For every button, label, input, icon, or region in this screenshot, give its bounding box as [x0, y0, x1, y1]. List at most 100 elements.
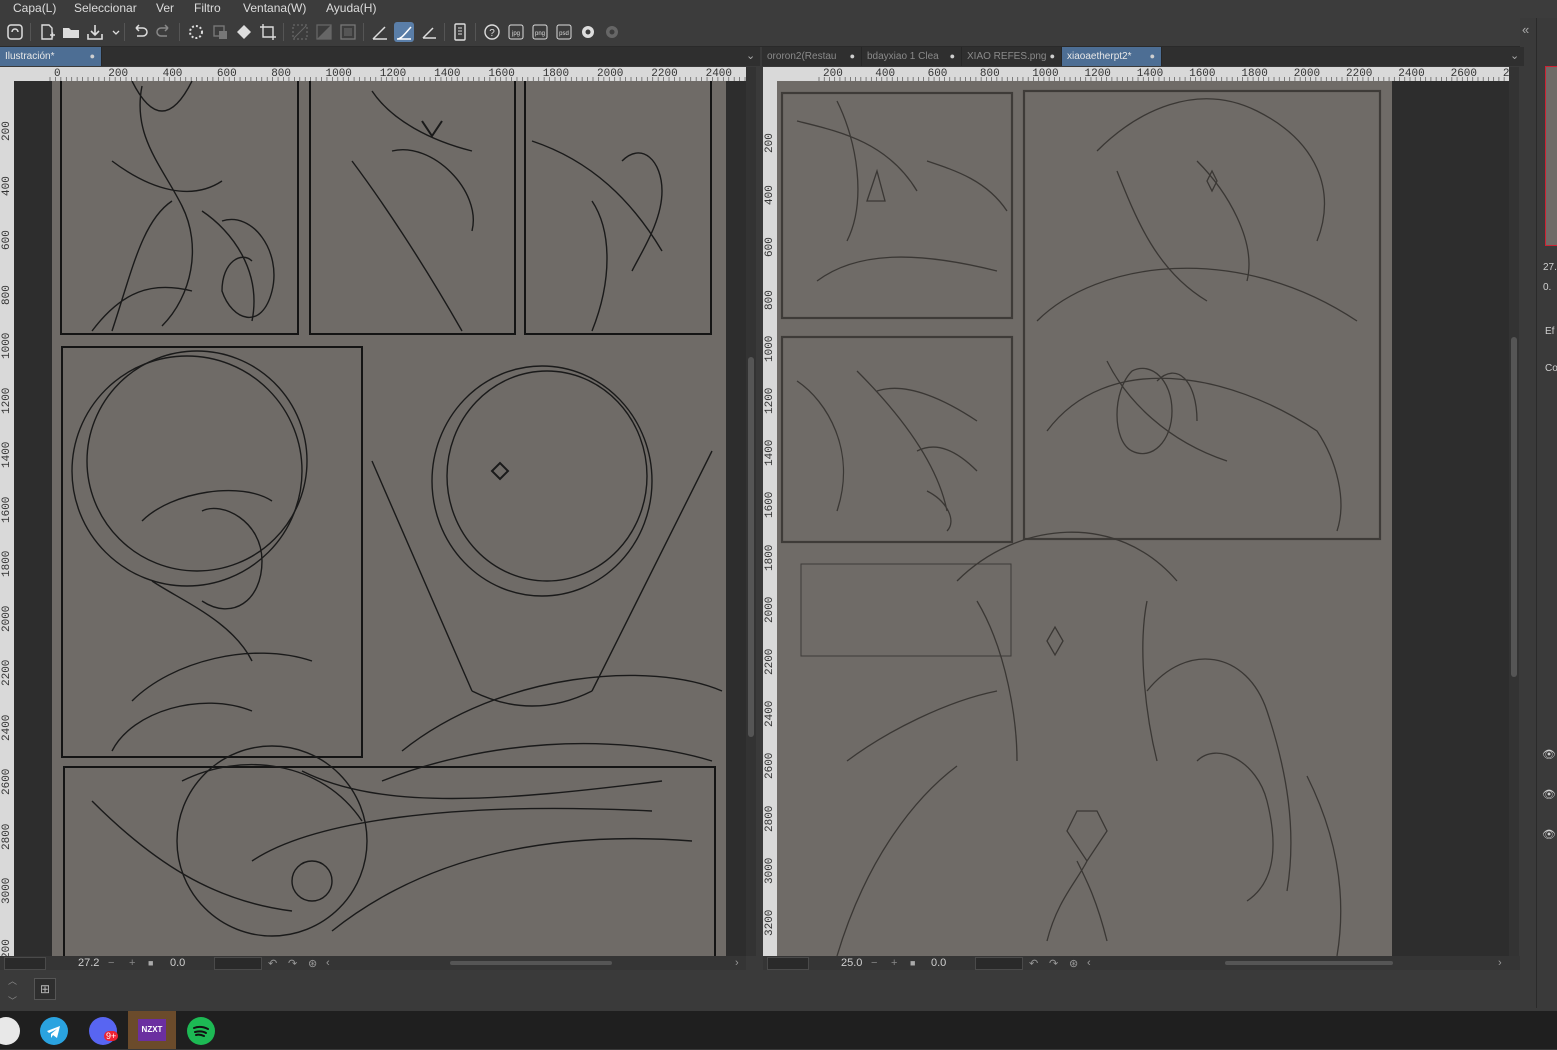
- chevron-right-icon[interactable]: ›: [1498, 957, 1502, 969]
- loading-icon[interactable]: [186, 22, 206, 42]
- close-icon[interactable]: ●: [90, 47, 95, 66]
- angle-slider[interactable]: [214, 957, 262, 970]
- selection-icon[interactable]: [338, 22, 358, 42]
- chevron-down-icon[interactable]: ﹀: [8, 994, 17, 1007]
- panel-toggle-icon[interactable]: ⊞: [34, 978, 56, 1000]
- deselect-icon[interactable]: [290, 22, 310, 42]
- zoom-out-icon[interactable]: −: [108, 957, 114, 969]
- rotate-right-icon[interactable]: ↷: [288, 957, 297, 970]
- horizontal-scroll-thumb[interactable]: [1225, 961, 1393, 965]
- left-status-bar: 27.2 − + ■ 0.0 ↶ ↷ ⊛ ‹ ›: [0, 956, 746, 970]
- rotate-right-icon[interactable]: ↷: [1049, 957, 1058, 970]
- chevron-left-icon[interactable]: ‹: [326, 957, 330, 969]
- close-icon[interactable]: ●: [850, 47, 855, 66]
- navigator-zoom-label[interactable]: 27.: [1543, 262, 1557, 273]
- chevron-down-icon[interactable]: ⌄: [746, 49, 755, 62]
- chevron-down-icon[interactable]: ⌄: [1510, 49, 1519, 62]
- tab-bdayxiao[interactable]: bdayxiao 1 Clea ●: [862, 47, 962, 66]
- rotate-left-icon[interactable]: ↶: [1029, 957, 1038, 970]
- undo-icon[interactable]: [130, 22, 150, 42]
- rotate-left-icon[interactable]: ↶: [268, 957, 277, 970]
- menu-item-ver[interactable]: Ver: [156, 1, 174, 15]
- chevron-up-icon[interactable]: ︿: [8, 974, 17, 987]
- reset-rotation-icon[interactable]: ⊛: [1069, 957, 1078, 970]
- scroll-thumb[interactable]: [1511, 337, 1517, 677]
- navigator-preview[interactable]: [1545, 66, 1557, 246]
- new-file-icon[interactable]: [37, 22, 57, 42]
- navigator-angle-label[interactable]: 0.: [1543, 282, 1551, 293]
- export-png-icon[interactable]: png: [530, 22, 550, 42]
- zoom-out-icon[interactable]: −: [871, 957, 877, 969]
- tab-xiaoaetherpt2[interactable]: xiaoaetherpt2* ●: [1062, 47, 1162, 66]
- angle-value[interactable]: 0.0: [931, 957, 946, 969]
- discord-icon[interactable]: 9+: [89, 1017, 119, 1045]
- left-vertical-scrollbar[interactable]: [746, 67, 756, 956]
- zoom-value[interactable]: 25.0: [841, 957, 862, 969]
- menu-item-ventana[interactable]: Ventana(W): [243, 1, 306, 15]
- crop-icon[interactable]: [258, 22, 278, 42]
- chevron-down-icon[interactable]: [106, 22, 120, 42]
- settings-alt-icon[interactable]: [602, 22, 622, 42]
- zoom-in-icon[interactable]: +: [129, 957, 135, 969]
- chevron-left-icon[interactable]: ‹: [1087, 957, 1091, 969]
- angle-slider[interactable]: [975, 957, 1023, 970]
- horizontal-scroll-thumb[interactable]: [450, 961, 612, 965]
- scroll-thumb[interactable]: [748, 357, 754, 737]
- clip-studio-icon[interactable]: [5, 22, 25, 42]
- reset-rotation-icon[interactable]: ⊛: [308, 957, 317, 970]
- navigator-field[interactable]: [767, 957, 809, 970]
- ruler-label: 2000: [1, 605, 13, 632]
- sketch-artwork: [780, 89, 1382, 956]
- save-icon[interactable]: [85, 22, 105, 42]
- close-icon[interactable]: ●: [1050, 47, 1055, 66]
- pen-tool-icon[interactable]: [370, 22, 390, 42]
- redo-icon[interactable]: [154, 22, 174, 42]
- open-folder-icon[interactable]: [61, 22, 81, 42]
- menu-item-seleccionar[interactable]: Seleccionar: [74, 1, 137, 15]
- eraser-tool-icon[interactable]: [419, 22, 439, 42]
- command-bar: ? jpg png psd: [0, 18, 1520, 47]
- right-page: [777, 81, 1392, 956]
- collapse-panel-icon[interactable]: «: [1522, 22, 1529, 37]
- right-vertical-scrollbar[interactable]: [1509, 67, 1519, 956]
- export-jpg-icon[interactable]: jpg: [506, 22, 526, 42]
- fit-icon[interactable]: ■: [910, 958, 915, 968]
- app-icon[interactable]: [0, 1017, 20, 1045]
- invert-selection-icon[interactable]: [314, 22, 334, 42]
- spotify-icon[interactable]: [187, 1017, 215, 1045]
- close-icon[interactable]: ●: [1150, 47, 1155, 66]
- tab-ororon2[interactable]: ororon2(Restau ●: [762, 47, 862, 66]
- tab-label: bdayxiao 1 Clea: [867, 51, 939, 62]
- angle-value[interactable]: 0.0: [170, 957, 185, 969]
- zoom-in-icon[interactable]: +: [891, 957, 897, 969]
- nzxt-icon[interactable]: NZXT: [138, 1019, 166, 1041]
- eye-icon[interactable]: 👁: [1542, 748, 1556, 761]
- ruler-label: 400: [1, 175, 13, 196]
- chevron-right-icon[interactable]: ›: [735, 957, 739, 969]
- telegram-icon[interactable]: [40, 1017, 68, 1045]
- close-icon[interactable]: ●: [950, 47, 955, 66]
- left-canvas[interactable]: [14, 81, 746, 956]
- vertical-ruler: 200 400 600 800 1000 1200 1400 1600 1800 2000 2200…: [763, 81, 777, 956]
- right-canvas[interactable]: [777, 81, 1509, 956]
- eye-icon[interactable]: 👁: [1542, 828, 1556, 841]
- navigator-field[interactable]: [4, 957, 46, 970]
- export-psd-icon[interactable]: psd: [554, 22, 574, 42]
- ruler-label: 1800: [1, 550, 13, 577]
- tab-ilustracion[interactable]: Ilustración* ●: [0, 47, 102, 66]
- taskbar-active-slot: NZXT: [128, 1011, 176, 1049]
- tab-label: xiaoaetherpt2*: [1067, 51, 1132, 62]
- fit-icon[interactable]: ■: [148, 958, 153, 968]
- help-icon[interactable]: ?: [482, 22, 502, 42]
- fill-icon[interactable]: [234, 22, 254, 42]
- menu-item-ayuda[interactable]: Ayuda(H): [326, 1, 376, 15]
- tab-xiao-refes[interactable]: XIAO REFES.png ●: [962, 47, 1062, 66]
- zoom-value[interactable]: 27.2: [78, 957, 99, 969]
- settings-icon[interactable]: [578, 22, 598, 42]
- brush-tool-icon[interactable]: [394, 22, 414, 42]
- transform-icon[interactable]: [210, 22, 230, 42]
- eye-icon[interactable]: 👁: [1542, 788, 1556, 801]
- menu-item-filtro[interactable]: Filtro: [194, 1, 221, 15]
- menu-item-capa[interactable]: Capa(L): [13, 1, 56, 15]
- tablet-icon[interactable]: [450, 22, 470, 42]
